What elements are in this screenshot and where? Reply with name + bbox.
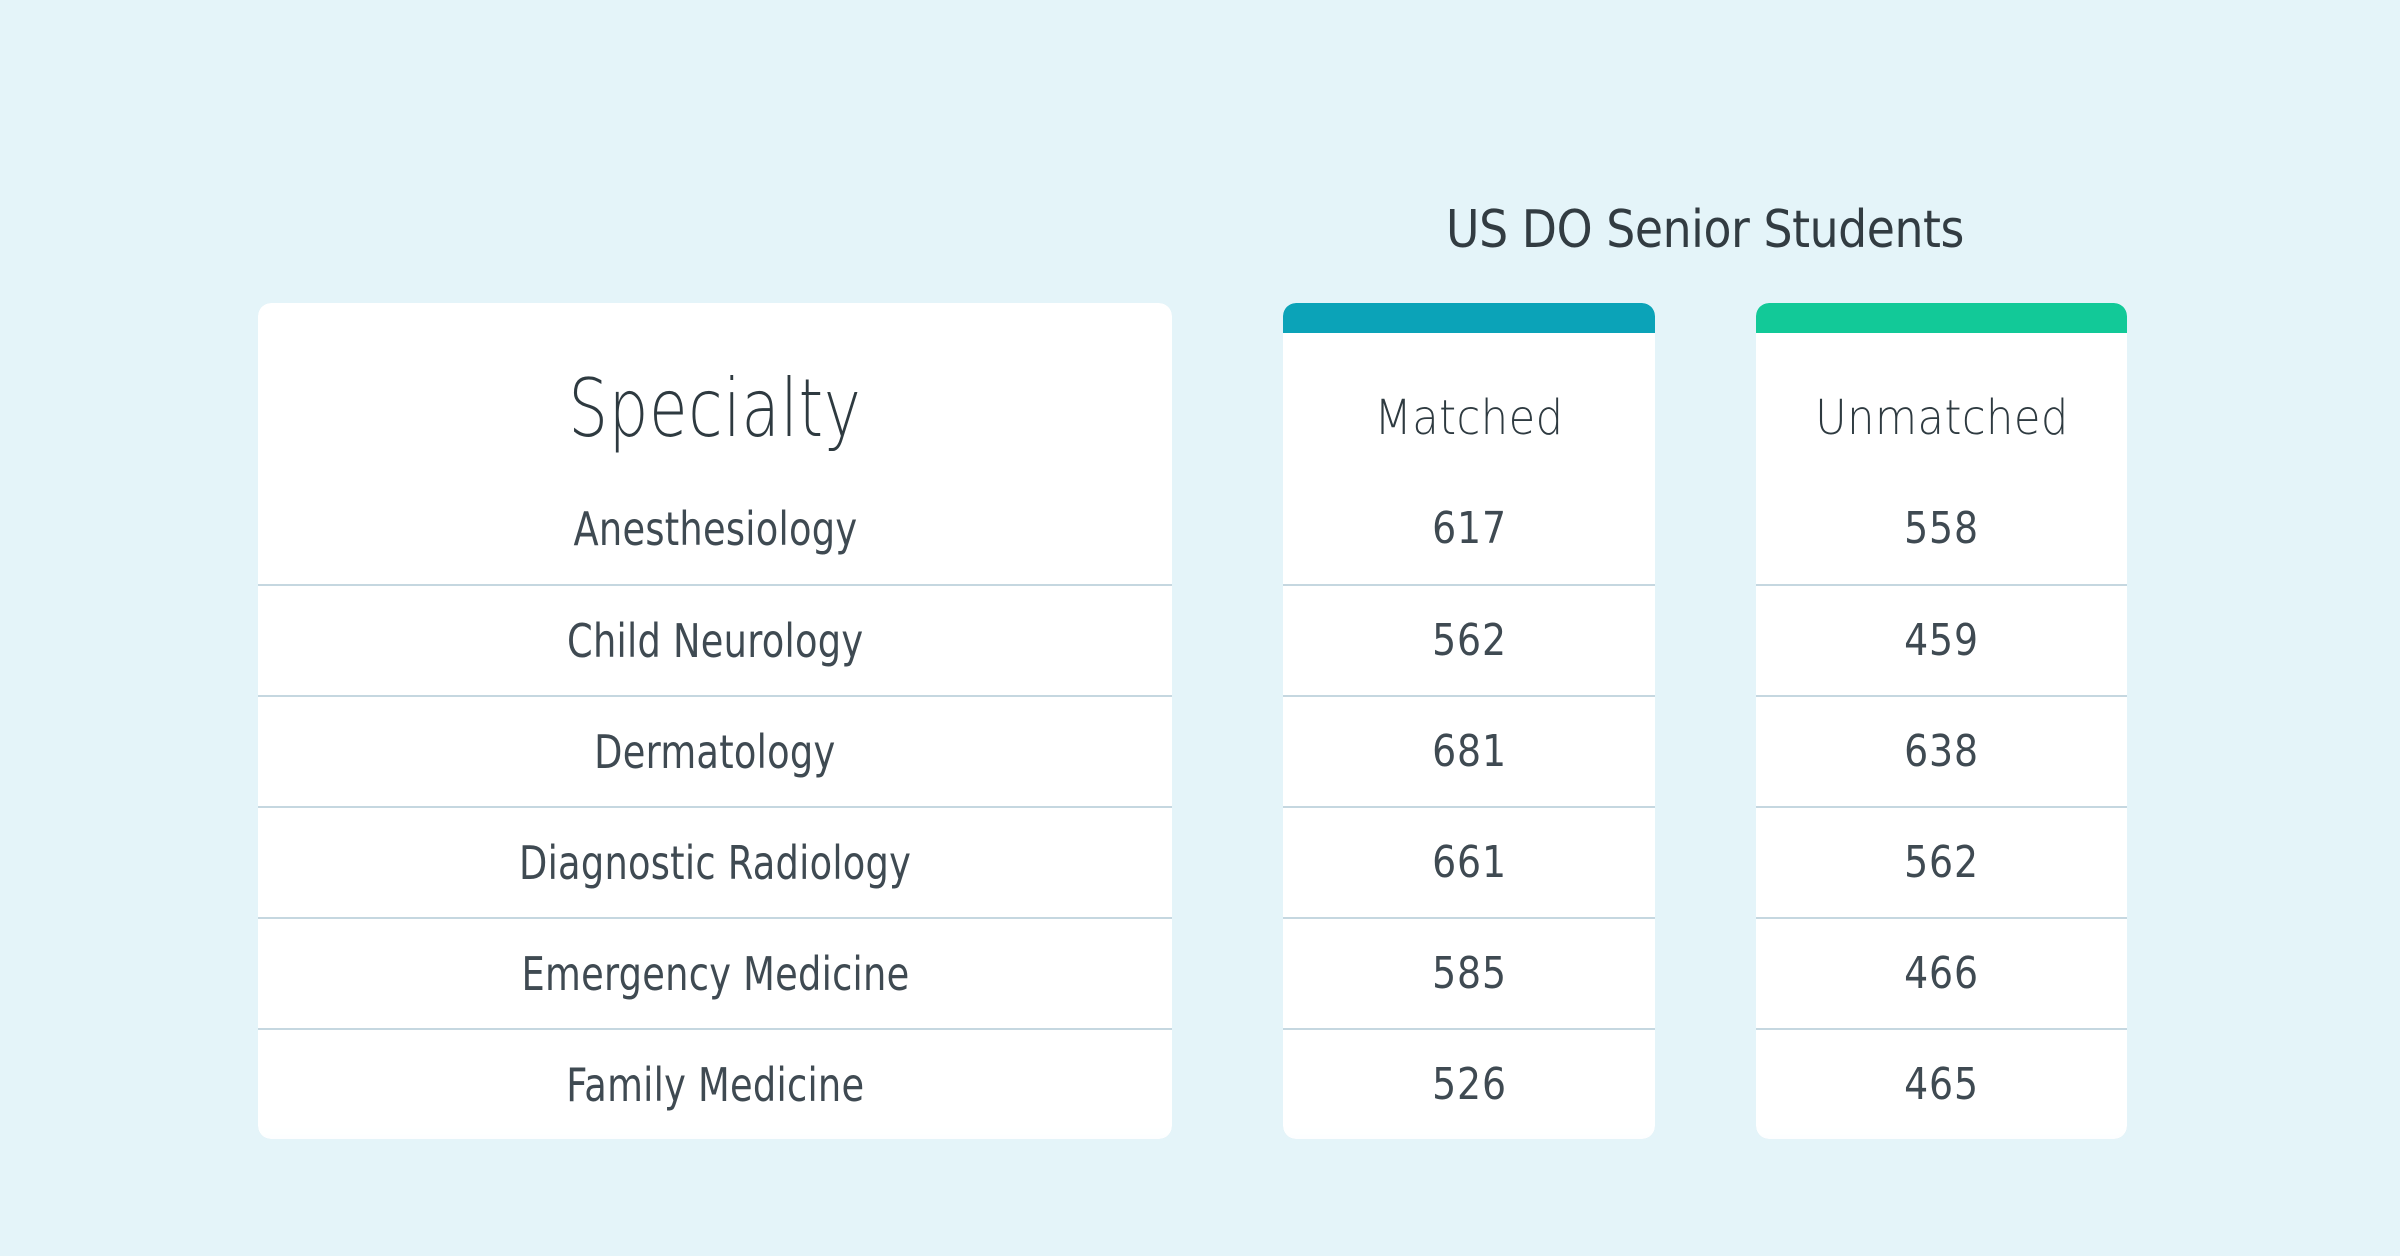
unmatched-value-cell: 562 [1904, 837, 1979, 888]
chart-title: US DO Senior Students [1334, 200, 2077, 260]
table-row[interactable]: 558 [1756, 473, 2127, 584]
specialty-cell: Emergency Medicine [521, 947, 909, 1001]
matched-value-cell: 681 [1432, 726, 1507, 777]
table-row[interactable]: 562 [1756, 806, 2127, 917]
table-row[interactable]: Family Medicine [258, 1028, 1172, 1139]
table-row[interactable]: Child Neurology [258, 584, 1172, 695]
specialty-cell: Diagnostic Radiology [519, 836, 911, 890]
table-row[interactable]: Emergency Medicine [258, 917, 1172, 1028]
chart-canvas: US DO Senior Students Specialty Anesthes… [0, 0, 2400, 1256]
table-row[interactable]: 562 [1283, 584, 1655, 695]
matched-value-cell: 661 [1432, 837, 1507, 888]
matched-value-cell: 617 [1432, 503, 1507, 554]
unmatched-column-header-label: Unmatched [1815, 390, 2069, 446]
unmatched-value-cell: 558 [1904, 503, 1979, 554]
table-row[interactable]: Anesthesiology [258, 473, 1172, 584]
table-row[interactable]: 617 [1283, 473, 1655, 584]
matched-value-cell: 562 [1432, 615, 1507, 666]
specialty-column-card: Specialty Anesthesiology Child Neurology… [258, 303, 1172, 1139]
matched-accent-bar [1283, 303, 1655, 333]
unmatched-column-header: Unmatched [1756, 333, 2127, 473]
table-row[interactable]: 466 [1756, 917, 2127, 1028]
table-row[interactable]: 459 [1756, 584, 2127, 695]
unmatched-column-card: Unmatched 558 459 638 562 466 465 [1756, 303, 2127, 1139]
specialty-rows: Anesthesiology Child Neurology Dermatolo… [258, 473, 1172, 1139]
matched-column-header: Matched [1283, 333, 1655, 473]
matched-column-header-label: Matched [1375, 390, 1564, 446]
unmatched-rows: 558 459 638 562 466 465 [1756, 473, 2127, 1139]
unmatched-value-cell: 465 [1904, 1059, 1979, 1110]
specialty-cell: Dermatology [594, 725, 835, 779]
table-row[interactable]: 585 [1283, 917, 1655, 1028]
specialty-column-header-label: Specialty [568, 362, 861, 455]
matched-column-card: Matched 617 562 681 661 585 526 [1283, 303, 1655, 1139]
table-row[interactable]: 638 [1756, 695, 2127, 806]
table-row[interactable]: Dermatology [258, 695, 1172, 806]
table-row[interactable]: 526 [1283, 1028, 1655, 1139]
unmatched-accent-bar [1756, 303, 2127, 333]
specialty-cell: Family Medicine [566, 1058, 864, 1112]
unmatched-value-cell: 638 [1904, 726, 1979, 777]
specialty-cell: Child Neurology [567, 614, 863, 668]
unmatched-value-cell: 466 [1904, 948, 1979, 999]
matched-value-cell: 526 [1432, 1059, 1507, 1110]
table-row[interactable]: 681 [1283, 695, 1655, 806]
matched-value-cell: 585 [1432, 948, 1507, 999]
matched-rows: 617 562 681 661 585 526 [1283, 473, 1655, 1139]
unmatched-value-cell: 459 [1904, 615, 1979, 666]
specialty-cell: Anesthesiology [573, 502, 857, 556]
specialty-column-header: Specialty [258, 303, 1172, 473]
table-row[interactable]: 661 [1283, 806, 1655, 917]
table-row[interactable]: 465 [1756, 1028, 2127, 1139]
table-row[interactable]: Diagnostic Radiology [258, 806, 1172, 917]
